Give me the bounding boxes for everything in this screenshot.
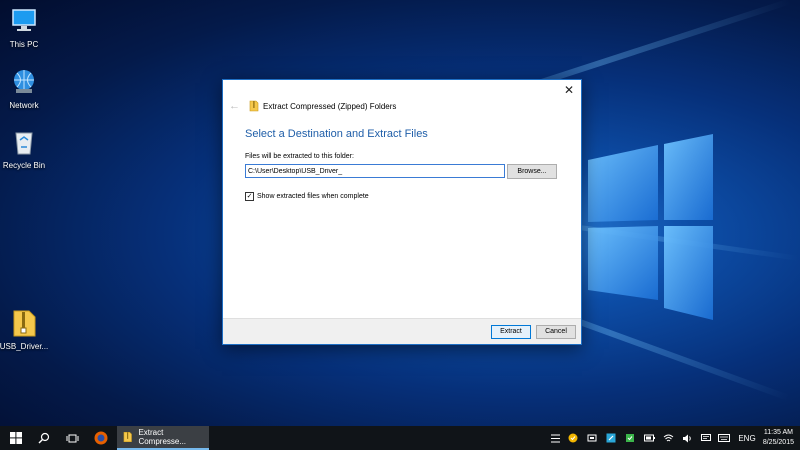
zip-folder-icon xyxy=(249,100,259,112)
keyboard-icon xyxy=(718,434,730,442)
start-button[interactable] xyxy=(2,426,30,450)
close-button[interactable]: ✕ xyxy=(561,82,577,98)
recycle-bin-icon xyxy=(15,132,33,155)
security-shield-icon xyxy=(568,433,578,443)
search-button[interactable] xyxy=(30,426,58,450)
taskbar-app-extract-compressed[interactable]: Extract Compresse... xyxy=(117,426,209,450)
tray-app-green[interactable] xyxy=(623,426,637,450)
clock[interactable]: 11:35 AM 8/25/2015 xyxy=(763,428,794,448)
tray-app-sync[interactable] xyxy=(604,426,618,450)
volume-icon xyxy=(682,434,691,442)
windows-logo-wallpaper xyxy=(588,134,713,320)
firefox-taskbar-button[interactable] xyxy=(87,426,115,450)
usb-device-icon xyxy=(587,434,597,442)
tray-app-norton[interactable] xyxy=(566,426,580,450)
tray-app-usb[interactable] xyxy=(585,426,599,450)
dialog-title-bar: ← Extract Compressed (Zipped) Folders xyxy=(229,98,396,114)
touch-keyboard-button[interactable] xyxy=(717,426,731,450)
dialog-footer: Extract Cancel xyxy=(223,318,581,344)
wifi-indicator[interactable] xyxy=(661,426,675,450)
taskbar-app-label: Extract Compresse... xyxy=(138,428,187,446)
zip-folder-icon xyxy=(13,310,36,337)
volume-indicator[interactable] xyxy=(680,426,694,450)
desktop-icon-label: USB_Driver... xyxy=(0,342,49,351)
desktop-icon-network[interactable]: Network xyxy=(0,67,51,110)
taskbar: Extract Compresse... ENG 11:35 AM 8/25/2… xyxy=(0,426,800,450)
desktop-icon-label: Recycle Bin xyxy=(2,161,46,170)
language-indicator[interactable]: ENG xyxy=(736,426,758,450)
dialog-heading: Select a Destination and Extract Files xyxy=(245,128,428,140)
close-icon: ✕ xyxy=(563,83,575,97)
show-extracted-files-checkbox[interactable]: ✓ xyxy=(245,192,254,201)
destination-label: Files will be extracted to this folder: xyxy=(245,153,354,160)
search-icon xyxy=(38,432,50,444)
firefox-icon xyxy=(94,431,108,445)
clock-time: 11:35 AM xyxy=(763,429,793,436)
battery-indicator[interactable] xyxy=(642,426,656,450)
show-extracted-files-option[interactable]: ✓ Show extracted files when complete xyxy=(245,192,369,201)
wifi-icon xyxy=(663,434,673,441)
network-icon xyxy=(14,70,34,93)
list-icon xyxy=(550,434,560,442)
this-pc-icon xyxy=(12,9,36,31)
zip-folder-icon xyxy=(123,431,132,443)
browse-button[interactable]: Browse... xyxy=(507,164,557,179)
cancel-button[interactable]: Cancel xyxy=(536,325,576,339)
sync-app-icon xyxy=(606,433,616,443)
checkbox-label: Show extracted files when complete xyxy=(257,193,369,200)
dialog-title: Extract Compressed (Zipped) Folders xyxy=(263,101,397,111)
task-view-button[interactable] xyxy=(58,426,86,450)
desktop-icon-usb-driver-zip[interactable]: USB_Driver... xyxy=(0,308,51,351)
action-center-button[interactable] xyxy=(699,426,713,450)
clock-date: 8/25/2015 xyxy=(762,439,794,446)
desktop-icon-label: This PC xyxy=(9,40,39,49)
extract-button[interactable]: Extract xyxy=(491,325,531,339)
tray-green-icon xyxy=(626,434,634,442)
message-icon xyxy=(701,433,711,441)
destination-path-input[interactable] xyxy=(245,164,505,178)
desktop-icon-label: Network xyxy=(9,101,39,110)
desktop-icon-recycle-bin[interactable]: Recycle Bin xyxy=(0,127,51,170)
desktop-icon-this-pc[interactable]: This PC xyxy=(0,6,51,49)
back-arrow-icon[interactable]: ← xyxy=(229,100,243,112)
tray-action-center-list[interactable] xyxy=(548,426,562,450)
extract-dialog: ✕ ← Extract Compressed (Zipped) Folders … xyxy=(222,79,582,345)
battery-icon xyxy=(643,434,655,442)
task-view-icon xyxy=(66,434,78,442)
windows-start-icon xyxy=(10,432,22,444)
